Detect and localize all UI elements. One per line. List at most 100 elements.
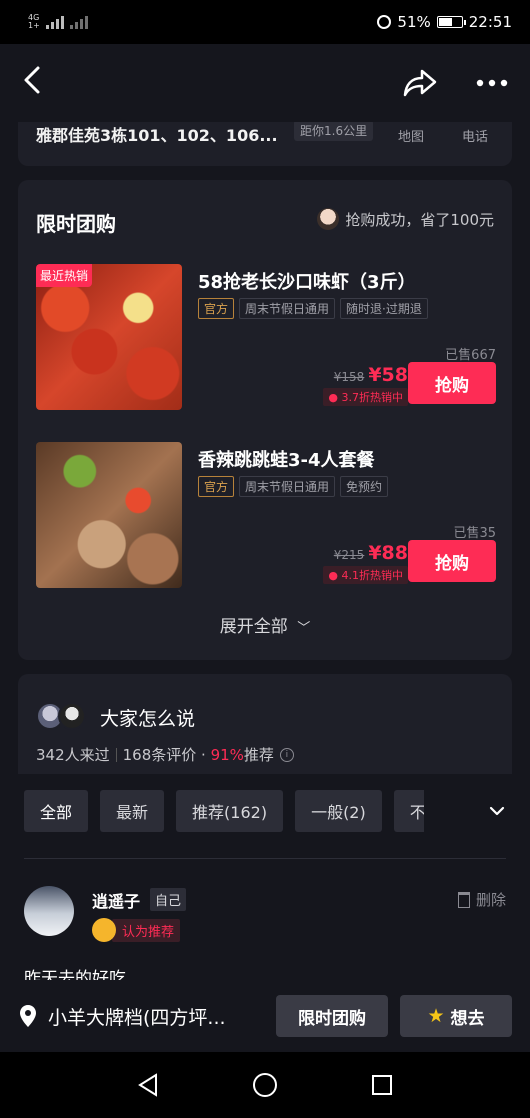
self-badge: 自己 (150, 888, 187, 911)
delete-label: 删除 (475, 891, 506, 909)
original-price: ¥158 (333, 370, 365, 384)
reviews-title: 大家怎么说 (100, 708, 196, 730)
recommend-badge-label: 认为推荐 (112, 918, 181, 942)
reviews-card: 大家怎么说 342人来过 168条评价 · 91%推荐 i (18, 674, 512, 774)
group-buy-note-text: 抢购成功，省了100元 (345, 210, 494, 229)
signal-icon (45, 15, 64, 29)
reviewer-avatars (36, 702, 86, 730)
battery-icon (436, 16, 466, 28)
review-count: 168条评价 · 91%推荐 (123, 744, 274, 765)
discount-text: 4.1折热销中 (341, 569, 404, 582)
share-icon (403, 69, 437, 97)
filter-latest[interactable]: 最新 (100, 790, 165, 832)
bottom-action-bar: 小羊大牌档(四方坪... 限时团购 ★ 想去 (0, 980, 530, 1052)
deal-tag: 周末节假日通用 (239, 298, 336, 319)
smile-emoji-icon (92, 918, 116, 942)
signal-indicators: 4G 1+ (28, 14, 88, 30)
more-dots-icon (476, 79, 508, 87)
shop-name[interactable]: 小羊大牌档(四方坪... (48, 1003, 262, 1030)
deal-title: 58抢老长沙口味虾（3斤） (198, 272, 416, 293)
network-type: 4G 1+ (28, 14, 40, 30)
buy-button[interactable]: 抢购 (408, 362, 496, 404)
review-stats: 342人来过 168条评价 · 91%推荐 i (36, 744, 294, 765)
alarm-icon (377, 15, 392, 29)
expand-all-button[interactable]: 展开全部 ﹀ (18, 612, 512, 637)
expand-all-label: 展开全部 (219, 617, 288, 637)
triangle-back-icon (138, 1073, 158, 1097)
buy-button[interactable]: 抢购 (408, 540, 496, 582)
official-tag: 官方 (198, 476, 235, 497)
expand-filters-button[interactable] (484, 796, 510, 826)
delete-review-button[interactable]: 删除 (457, 889, 506, 910)
user-avatar[interactable] (24, 886, 74, 936)
discount-text: 3.7折热销中 (341, 391, 404, 404)
filter-recommend[interactable]: 推荐(162) (176, 790, 284, 832)
divider (24, 858, 506, 859)
discount-badge: ● 3.7折热销中 (323, 388, 408, 406)
buyer-avatar (317, 208, 340, 230)
top-nav (0, 44, 530, 122)
system-recents-button[interactable] (362, 1065, 402, 1105)
sold-count: 已售667 (445, 348, 496, 363)
deal-tags: 官方 周末节假日通用 随时退·过期退 (198, 298, 428, 319)
group-buy-button[interactable]: 限时团购 (276, 995, 388, 1037)
review-count-text: 168条评价 · (122, 746, 211, 764)
info-icon[interactable]: i (279, 747, 294, 762)
deal-item[interactable]: 香辣跳跳蛙3-4人套餐 官方 周末节假日通用 免预约 已售35 ¥215 ¥88… (36, 442, 496, 590)
system-back-button[interactable] (128, 1065, 168, 1105)
clock: 22:51 (468, 13, 512, 31)
current-price: ¥88 (368, 542, 408, 564)
want-to-go-label: 想去 (450, 1008, 485, 1029)
chevron-down-icon: ﹀ (297, 621, 311, 636)
battery-percent: 51% (397, 13, 431, 31)
deal-tag: 周末节假日通用 (239, 476, 336, 497)
location-pin-icon (18, 1004, 38, 1028)
visited-count: 342人来过 (36, 746, 110, 764)
group-buy-title: 限时团购 (36, 212, 116, 236)
want-to-go-button[interactable]: ★ 想去 (400, 995, 512, 1037)
price-row: ¥215 ¥88 (334, 542, 408, 564)
filter-not-recommend[interactable]: 不 (393, 790, 424, 832)
back-button[interactable] (22, 65, 52, 101)
star-icon: ★ (427, 1005, 445, 1027)
review-filter-row: 全部 最新 推荐(162) 一般(2) 不 (24, 790, 424, 832)
deal-title: 香辣跳跳蛙3-4人套餐 (198, 450, 375, 471)
distance-badge: 距你1.6公里 (294, 120, 374, 141)
recommend-label: 推荐 (243, 746, 274, 764)
official-tag: 官方 (198, 298, 235, 319)
group-buy-note: 抢购成功，省了100元 (317, 208, 494, 230)
discount-badge: ● 4.1折热销中 (323, 566, 408, 584)
share-button[interactable] (402, 68, 438, 98)
original-price: ¥215 (333, 548, 365, 562)
deal-tag: 随时退·过期退 (340, 298, 428, 319)
current-price: ¥58 (368, 364, 408, 386)
price-row: ¥158 ¥58 (334, 364, 408, 386)
system-home-button[interactable] (245, 1065, 285, 1105)
deal-tag: 免预约 (340, 476, 389, 497)
avatar (58, 702, 86, 730)
group-buy-card: 限时团购 抢购成功，省了100元 最近热销 58抢老长沙口味虾（3斤） 官方 周… (18, 180, 512, 660)
network-sub-label: 1+ (28, 21, 40, 30)
map-button[interactable]: 地图 (398, 126, 424, 145)
shop-address: 雅郡佳苑3栋101、102、106... (36, 126, 278, 145)
filter-average[interactable]: 一般(2) (295, 790, 382, 832)
back-arrow-icon (24, 66, 40, 94)
chevron-down-icon (489, 806, 505, 816)
system-nav-bar (0, 1052, 530, 1118)
filter-all[interactable]: 全部 (24, 790, 89, 832)
more-button[interactable] (476, 79, 508, 87)
recommend-badge: 认为推荐 (92, 918, 181, 942)
deal-image-frog[interactable] (36, 442, 182, 588)
deal-image-crawfish[interactable]: 最近热销 (36, 264, 182, 410)
hot-tag: 最近热销 (36, 264, 93, 287)
sold-count: 已售35 (453, 526, 496, 541)
circle-home-icon (252, 1073, 277, 1097)
deal-tags: 官方 周末节假日通用 免预约 (198, 476, 389, 497)
trash-icon (457, 891, 470, 908)
phone-button[interactable]: 电话 (462, 126, 488, 145)
square-recents-icon (371, 1075, 392, 1095)
deal-item[interactable]: 最近热销 58抢老长沙口味虾（3斤） 官方 周末节假日通用 随时退·过期退 已售… (36, 264, 496, 412)
reviewer-name[interactable]: 逍遥子 (92, 888, 140, 912)
divider (115, 747, 117, 762)
recommend-percent: 91% (210, 746, 244, 764)
